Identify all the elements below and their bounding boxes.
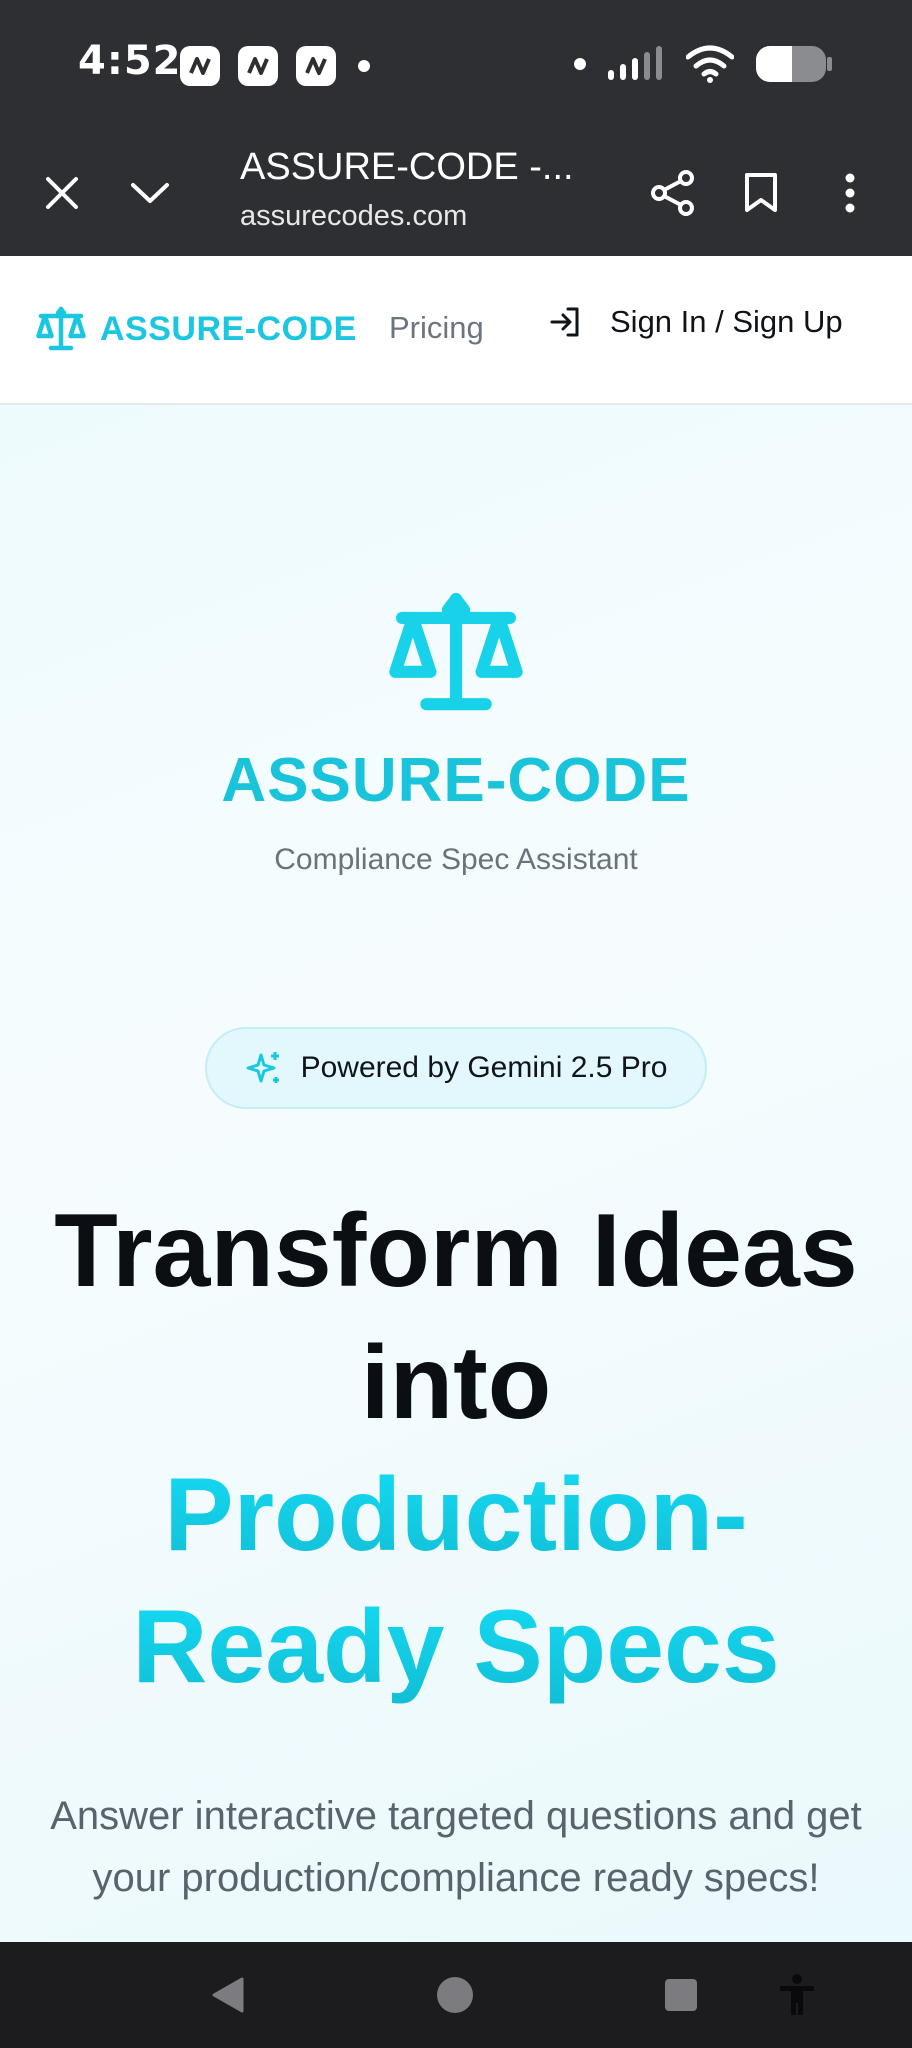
system-nav-bar: [0, 1942, 912, 2048]
hero-description: Answer interactive targeted questions an…: [50, 1794, 862, 1900]
page-domain[interactable]: assurecodes.com: [240, 200, 467, 233]
bookmark-button[interactable]: [731, 163, 791, 223]
share-button[interactable]: [643, 163, 703, 223]
headline-line-2: into: [360, 1325, 552, 1441]
hero-headline: Transform Ideas into Production- Ready S…: [0, 1185, 912, 1713]
system-icons: [570, 44, 834, 84]
screen: 4:52 ASSURE-CODE -... assurecodes.com AS…: [0, 0, 912, 2048]
home-circle-icon: [437, 1977, 473, 2013]
recents-square-icon: [665, 1979, 697, 2011]
headline-line-1: Transform Ideas: [54, 1193, 858, 1309]
close-tab-button[interactable]: [32, 163, 92, 223]
notification-app-icon: [238, 46, 278, 86]
chevron-down-icon: [131, 183, 169, 203]
login-icon: [550, 307, 579, 337]
hero-brand: ASSURE-CODE: [221, 746, 691, 815]
home-button[interactable]: [432, 1972, 478, 2018]
wifi-icon: [686, 45, 734, 83]
hero-tagline: Compliance Spec Assistant: [274, 843, 638, 876]
notification-icons: [180, 46, 370, 86]
sparkle-icon: [246, 1052, 279, 1083]
sign-in-label: Sign In / Sign Up: [610, 304, 843, 339]
powered-by-badge: Powered by Gemini 2.5 Pro: [205, 1027, 707, 1109]
bookmark-icon: [745, 173, 777, 212]
share-icon: [651, 170, 694, 216]
header-brand: ASSURE-CODE: [100, 309, 357, 348]
notification-app-icon: [180, 46, 220, 86]
menu-button[interactable]: [820, 163, 880, 223]
accessibility-icon: [780, 1974, 814, 2015]
headline-accent-line-2: Ready Specs: [0, 1581, 912, 1713]
close-icon: [46, 177, 78, 209]
back-triangle-icon: [212, 1977, 244, 2013]
status-bar: 4:52: [0, 0, 912, 130]
status-time: 4:52: [78, 38, 182, 84]
badge-label: Powered by Gemini 2.5 Pro: [300, 1051, 668, 1084]
status-dot-icon: [574, 58, 586, 70]
site-header: ASSURE-CODE Pricing Sign In / Sign Up: [0, 256, 912, 405]
accessibility-button[interactable]: [774, 1972, 820, 2018]
browser-toolbar: ASSURE-CODE -... assurecodes.com: [0, 130, 912, 256]
sign-in-button[interactable]: Sign In / Sign Up: [548, 304, 843, 340]
header-logo-link[interactable]: ASSURE-CODE: [36, 306, 357, 352]
hero-section: ASSURE-CODE Compliance Spec Assistant Po…: [0, 405, 912, 1942]
signal-icon: [608, 46, 662, 80]
battery-icon: [756, 46, 832, 82]
minimize-tab-button[interactable]: [120, 163, 180, 223]
more-notifications-dot-icon: [358, 60, 370, 72]
more-vertical-icon: [845, 173, 855, 213]
recents-button[interactable]: [658, 1972, 704, 2018]
scale-icon: [389, 593, 523, 711]
back-button[interactable]: [205, 1972, 251, 2018]
scale-icon: [36, 306, 86, 351]
page-title[interactable]: ASSURE-CODE -...: [240, 146, 580, 189]
headline-accent-line-1: Production-: [0, 1449, 912, 1581]
notification-app-icon: [296, 46, 336, 86]
nav-pricing-link[interactable]: Pricing: [389, 310, 484, 346]
